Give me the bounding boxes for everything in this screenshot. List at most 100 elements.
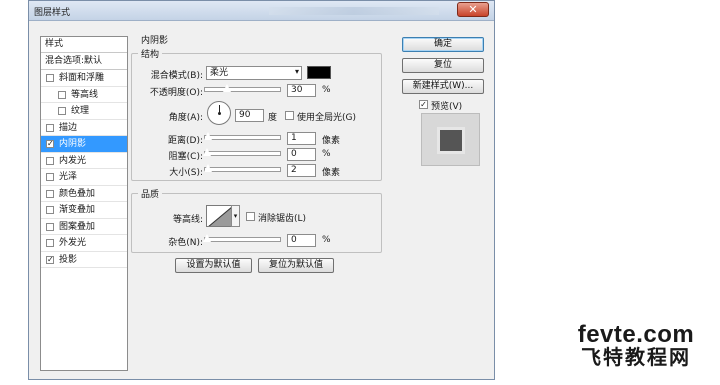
- style-list-item[interactable]: 颜色叠加: [41, 186, 127, 202]
- contour-picker[interactable]: [206, 205, 232, 227]
- structure-group: 结构 混合模式(B): 柔光 ▾ 不透明度(O): 30 % 角度(A): 90…: [131, 47, 382, 181]
- distance-unit: 像素: [322, 136, 341, 146]
- new-style-button[interactable]: 新建样式(W)...: [402, 79, 484, 94]
- style-list-item[interactable]: 外发光: [41, 235, 127, 252]
- style-checkbox[interactable]: [46, 189, 54, 198]
- blend-options-item[interactable]: 混合选项:默认: [41, 53, 127, 70]
- global-light-checkbox[interactable]: [285, 111, 294, 120]
- style-list-item-label: 内阴影: [59, 139, 87, 149]
- noise-input[interactable]: 0: [287, 234, 316, 247]
- size-label: 大小(S):: [169, 168, 203, 178]
- style-checkbox[interactable]: ✓: [46, 255, 54, 264]
- style-checkbox[interactable]: [46, 222, 54, 231]
- style-list-item[interactable]: 斜面和浮雕: [41, 70, 127, 87]
- blend-mode-select[interactable]: 柔光 ▾: [206, 66, 302, 80]
- style-checkbox[interactable]: [46, 74, 54, 82]
- distance-slider-thumb[interactable]: [203, 131, 213, 141]
- style-list-item-label: 描边: [59, 122, 78, 133]
- distance-input[interactable]: 1: [287, 132, 316, 145]
- style-list: 样式 混合选项:默认 斜面和浮雕等高线纹理描边 ✓ 内阴影内发光光泽颜色叠加渐变叠加…: [40, 36, 128, 371]
- opacity-input[interactable]: 30: [287, 84, 316, 97]
- noise-slider[interactable]: [202, 233, 281, 246]
- style-list-item[interactable]: 光泽: [41, 169, 127, 186]
- style-checkbox[interactable]: [46, 239, 54, 247]
- style-list-item[interactable]: ✓ 内阴影: [41, 136, 127, 153]
- style-list-item-label: 内发光: [59, 155, 87, 166]
- opacity-label: 不透明度(O):: [149, 88, 203, 98]
- style-list-item-label: 颜色叠加: [59, 188, 96, 199]
- opacity-slider-thumb[interactable]: [222, 83, 232, 93]
- structure-title: 结构: [138, 47, 163, 60]
- angle-label: 角度(A):: [168, 113, 203, 123]
- style-list-item-label: 纹理: [71, 106, 90, 116]
- anti-alias-label: 消除锯齿(L): [258, 214, 307, 224]
- size-input[interactable]: 2: [287, 164, 316, 177]
- anti-alias-checkbox[interactable]: [246, 212, 255, 221]
- style-list-item[interactable]: 等高线: [41, 87, 127, 103]
- shadow-color-swatch[interactable]: [307, 66, 331, 79]
- title-bar[interactable]: 图层样式 ✕: [29, 1, 494, 21]
- choke-slider-thumb[interactable]: [202, 147, 212, 157]
- style-list-item-label: 渐变叠加: [59, 205, 96, 215]
- watermark-logo: fevte.com 飞特教程网: [556, 322, 716, 370]
- style-list-item-label: 图案叠加: [59, 221, 96, 232]
- title-bar-blur: [269, 7, 439, 15]
- choke-input[interactable]: 0: [287, 148, 316, 161]
- quality-group: 品质 等高线: ▾ 消除锯齿(L) 杂色(N): 0 %: [131, 187, 382, 253]
- blend-mode-label: 混合模式(B):: [150, 71, 203, 81]
- noise-slider-thumb[interactable]: [202, 233, 212, 243]
- noise-unit: %: [322, 235, 331, 245]
- style-checkbox[interactable]: [58, 107, 66, 115]
- style-list-item-label: 光泽: [59, 172, 78, 182]
- contour-dropdown-button[interactable]: ▾: [231, 205, 240, 227]
- style-preview: [421, 113, 480, 166]
- style-checkbox[interactable]: [46, 206, 54, 214]
- close-button[interactable]: ✕: [457, 2, 489, 17]
- style-checkbox[interactable]: [46, 173, 54, 181]
- section-title: 内阴影: [141, 36, 169, 46]
- style-list-item[interactable]: ✓ 投影: [41, 252, 127, 268]
- style-checkbox[interactable]: [46, 123, 54, 132]
- angle-dial-center: [218, 112, 221, 115]
- choke-slider[interactable]: [202, 147, 281, 160]
- angle-dial[interactable]: [207, 101, 231, 125]
- style-list-item[interactable]: 描边: [41, 120, 127, 136]
- reset-button[interactable]: 复位: [402, 58, 484, 73]
- noise-slider-track: [204, 237, 281, 242]
- size-slider-thumb[interactable]: [203, 163, 213, 173]
- reset-default-button[interactable]: 复位为默认值: [258, 258, 334, 273]
- style-checkbox[interactable]: ✓: [46, 140, 54, 148]
- style-checkbox[interactable]: [58, 90, 66, 99]
- style-list-item-label: 斜面和浮雕: [59, 73, 105, 83]
- choke-label: 阻塞(C):: [168, 152, 203, 162]
- preview-checkbox[interactable]: ✓: [419, 100, 428, 109]
- size-unit: 像素: [322, 168, 341, 178]
- opacity-slider[interactable]: [204, 83, 281, 96]
- contour-curve-icon: [208, 207, 231, 226]
- window-title: 图层样式: [34, 8, 71, 18]
- global-light-label: 使用全局光(G): [297, 113, 356, 123]
- watermark-line1: fevte.com: [577, 321, 695, 348]
- quality-title: 品质: [138, 187, 163, 200]
- style-checkbox[interactable]: [46, 156, 54, 165]
- style-list-item-label: 外发光: [59, 238, 87, 248]
- angle-input[interactable]: 90: [235, 109, 264, 122]
- distance-label: 距离(D):: [168, 136, 203, 146]
- opacity-slider-track: [204, 87, 281, 92]
- layer-style-dialog: 图层样式 ✕ 样式 混合选项:默认 斜面和浮雕等高线纹理描边 ✓ 内阴影内发光光泽颜…: [28, 0, 495, 380]
- distance-slider[interactable]: [203, 131, 281, 144]
- make-default-button[interactable]: 设置为默认值: [175, 258, 252, 273]
- distance-slider-track: [204, 135, 281, 140]
- style-list-item[interactable]: 纹理: [41, 103, 127, 120]
- style-list-header[interactable]: 样式: [41, 37, 127, 53]
- style-list-item[interactable]: 图案叠加: [41, 219, 127, 235]
- ok-button[interactable]: 确定: [402, 37, 484, 52]
- opacity-unit: %: [322, 85, 331, 95]
- style-list-item[interactable]: 内发光: [41, 153, 127, 169]
- choke-unit: %: [322, 149, 331, 159]
- size-slider-track: [204, 167, 281, 172]
- size-slider[interactable]: [203, 163, 281, 176]
- noise-label: 杂色(N):: [168, 238, 203, 248]
- blend-mode-value: 柔光: [210, 68, 229, 78]
- style-list-item[interactable]: 渐变叠加: [41, 202, 127, 219]
